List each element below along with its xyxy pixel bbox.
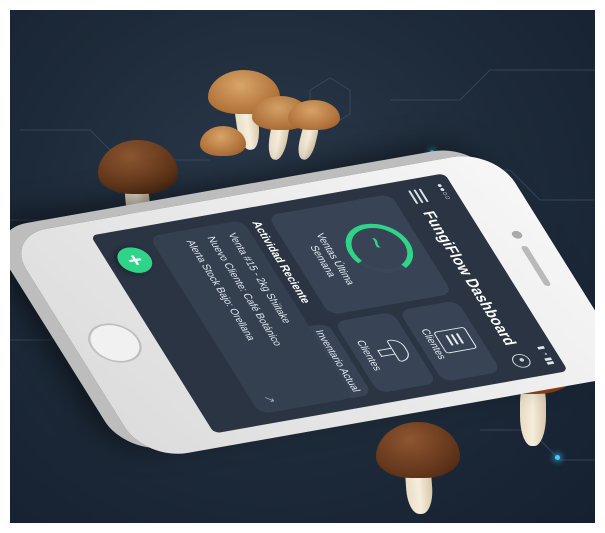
- settings-icon[interactable]: [508, 352, 534, 369]
- phone-mockup: ●●○○ ▮ ◔ ▮▮ FungiFlow Dashboard ~ Ventas…: [10, 10, 595, 523]
- hamburger-menu-icon[interactable]: [408, 188, 429, 205]
- add-button[interactable]: +: [111, 244, 159, 276]
- scene-background: ●●○○ ▮ ◔ ▮▮ FungiFlow Dashboard ~ Ventas…: [10, 10, 595, 523]
- activity-more-icon[interactable]: ↗: [260, 394, 278, 404]
